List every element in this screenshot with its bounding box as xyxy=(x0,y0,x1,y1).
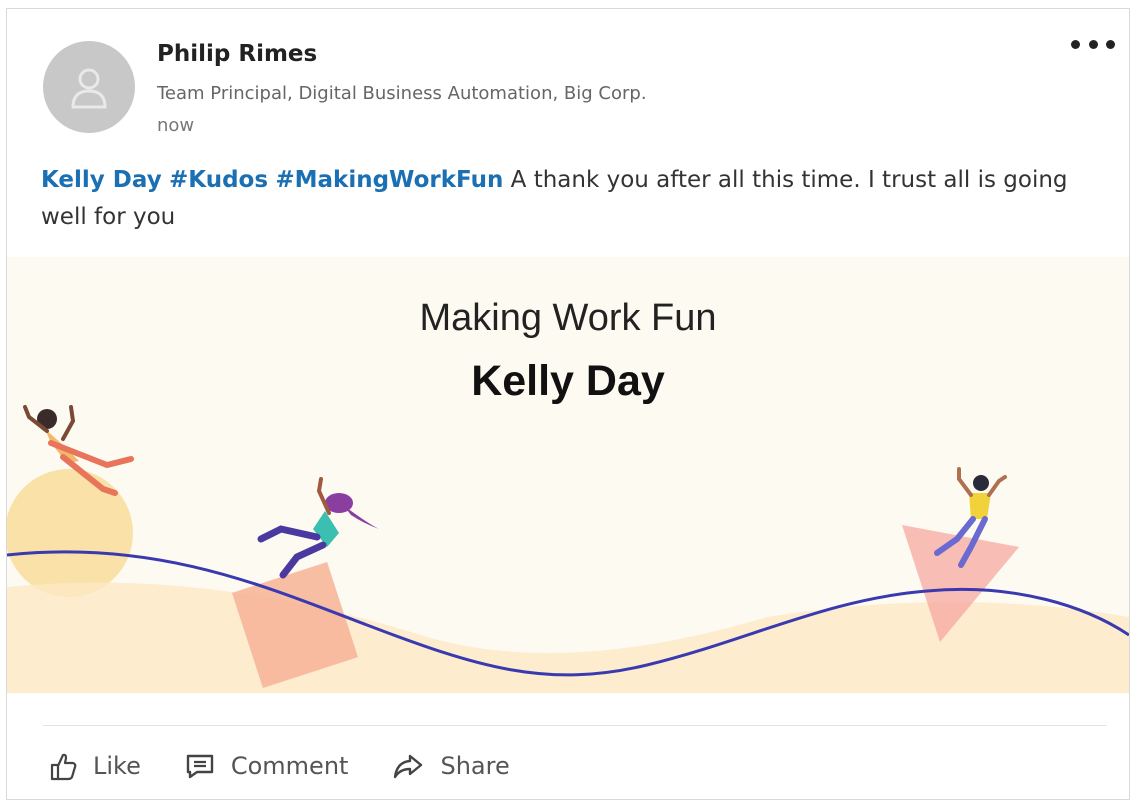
comment-label: Comment xyxy=(230,752,349,780)
author-role: Team Principal, Digital Business Automat… xyxy=(157,83,647,104)
like-label: Like xyxy=(93,752,141,780)
share-button[interactable]: Share xyxy=(392,752,510,780)
share-arrow-icon xyxy=(394,754,423,779)
post-timestamp: now xyxy=(157,115,195,136)
comment-button[interactable]: Comment xyxy=(185,752,349,780)
share-label: Share xyxy=(440,752,510,780)
person-icon xyxy=(71,68,107,109)
author-name[interactable]: Philip Rimes xyxy=(157,41,317,67)
banner-subtitle: Making Work Fun xyxy=(419,297,717,339)
post-message: Kelly Day #Kudos #MakingWorkFun A thank … xyxy=(41,162,1101,236)
post-actions: Like Comment Share xyxy=(49,751,554,781)
more-icon xyxy=(1071,39,1080,49)
like-button[interactable]: Like xyxy=(49,751,141,781)
more-options-button[interactable] xyxy=(1071,29,1115,59)
avatar[interactable] xyxy=(43,41,135,133)
mention-link[interactable]: Kelly Day xyxy=(41,167,162,193)
hashtag-kudos[interactable]: #Kudos xyxy=(169,167,268,193)
kudos-banner: Making Work Fun Kelly Day xyxy=(7,257,1129,693)
banner-title: Kelly Day xyxy=(471,357,665,405)
thumbs-up-icon xyxy=(50,753,77,781)
comment-icon xyxy=(186,754,214,779)
post-card: Philip Rimes Team Principal, Digital Bus… xyxy=(6,8,1130,800)
divider xyxy=(43,725,1107,726)
hashtag-makingworkfun[interactable]: #MakingWorkFun xyxy=(275,167,503,193)
